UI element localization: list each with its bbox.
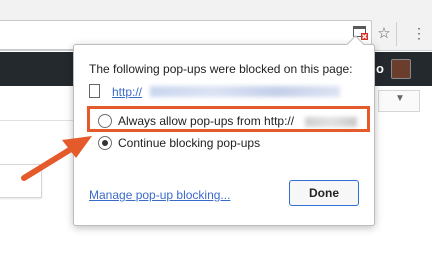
annotation-arrow — [21, 136, 92, 181]
manage-popup-blocking-link[interactable]: Manage pop-up blocking... — [89, 188, 230, 202]
done-button[interactable]: Done — [289, 180, 359, 206]
